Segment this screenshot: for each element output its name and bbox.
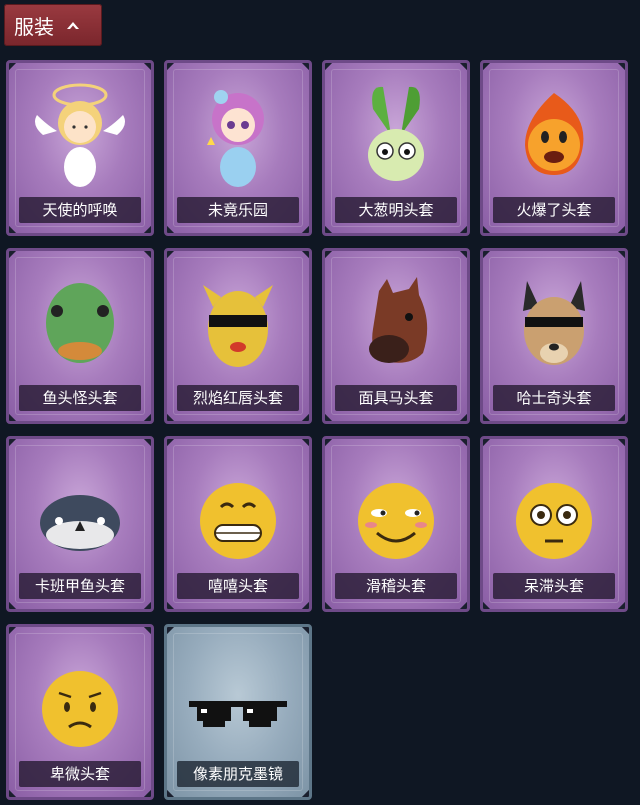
costume-category-tab[interactable]: 服装 [4,4,102,46]
pink-hair-doll-icon [207,90,264,187]
costume-name: 天使的呼唤 [19,197,141,223]
costume-card[interactable]: 像素朋克墨镜 [164,624,312,800]
costume-name: 呆滞头套 [493,573,615,599]
chevron-up-icon [67,22,79,29]
costume-name: 未竟乐园 [177,197,299,223]
husky-head-icon [523,281,585,365]
smirk-emoji-head-icon [358,483,434,559]
costume-card[interactable]: 卡班甲鱼头套 [6,436,154,612]
costume-card[interactable]: 滑稽头套 [322,436,470,612]
fireball-head-icon [525,93,584,175]
costume-card[interactable]: 天使的呼唤 [6,60,154,236]
costume-name: 烈焰红唇头套 [177,385,299,411]
costume-name: 滑稽头套 [335,573,457,599]
costume-card[interactable]: 呆滞头套 [480,436,628,612]
green-onion-head-icon [368,86,424,181]
costume-name: 面具马头套 [335,385,457,411]
costume-name: 像素朋克墨镜 [177,761,299,787]
fish-head-icon [46,283,114,363]
category-title: 服装 [14,14,54,39]
costume-name: 卑微头套 [19,761,141,787]
costume-card[interactable]: 未竟乐园 [164,60,312,236]
costume-card[interactable]: 卑微头套 [6,624,154,800]
yellow-mask-sunglasses-icon [203,285,273,367]
angel-doll-icon [35,83,125,187]
horse-head-icon [369,277,428,363]
grinning-emoji-head-icon [200,483,276,559]
round-fish-head-icon [40,495,120,551]
costume-card[interactable]: 烈焰红唇头套 [164,248,312,424]
costume-card[interactable]: 鱼头怪头套 [6,248,154,424]
flushed-emoji-head-icon [516,483,592,559]
costume-card[interactable]: 哈士奇头套 [480,248,628,424]
costume-name: 卡班甲鱼头套 [19,573,141,599]
costume-name: 火爆了头套 [493,197,615,223]
costume-card[interactable]: 火爆了头套 [480,60,628,236]
costume-name: 哈士奇头套 [493,385,615,411]
costume-name: 鱼头怪头套 [19,385,141,411]
pixel-sunglasses-icon [189,701,287,727]
costume-name: 嘻嘻头套 [177,573,299,599]
costume-card[interactable]: 面具马头套 [322,248,470,424]
pleading-emoji-head-icon [42,671,118,747]
costume-card[interactable]: 嘻嘻头套 [164,436,312,612]
costume-name: 大葱明头套 [335,197,457,223]
costume-card[interactable]: 大葱明头套 [322,60,470,236]
